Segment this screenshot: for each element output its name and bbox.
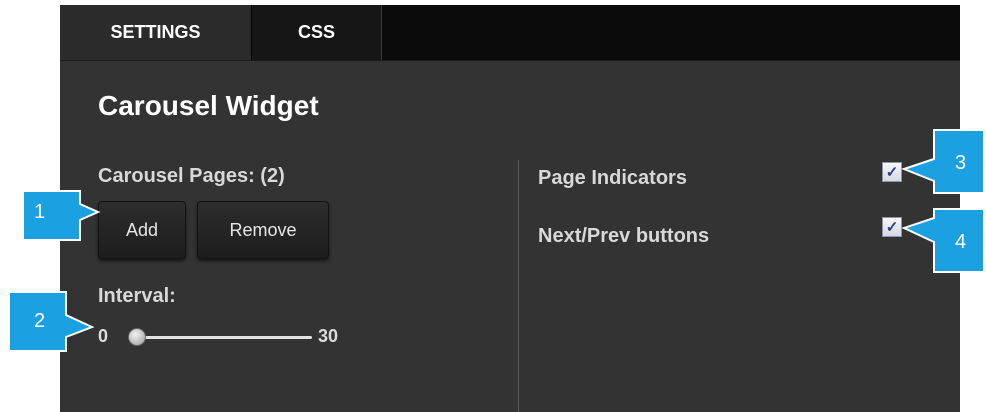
carousel-pages-label: Carousel Pages: (2) <box>98 165 285 187</box>
callout-3 <box>901 129 985 194</box>
tab-bar: SETTINGS CSS <box>60 5 960 61</box>
callout-4-number: 4 <box>955 231 967 253</box>
add-page-button[interactable]: Add <box>98 201 186 259</box>
callout-3-number: 3 <box>955 152 967 174</box>
interval-min-label: 0 <box>98 326 109 346</box>
interval-slider-track[interactable] <box>130 336 312 339</box>
page-indicators-checkbox[interactable]: ✓ <box>882 162 902 182</box>
callout-4 <box>901 208 985 273</box>
widget-title: Carousel Widget <box>98 90 319 121</box>
widget-settings-panel: SETTINGS CSS Carousel Widget Carousel Pa… <box>60 5 960 412</box>
tab-settings[interactable]: SETTINGS <box>60 5 252 60</box>
column-divider <box>518 160 519 412</box>
next-prev-buttons-label: Next/Prev buttons <box>538 225 710 247</box>
page-indicators-label: Page Indicators <box>538 167 687 189</box>
checkmark-icon: ✓ <box>885 218 899 236</box>
interval-max-label: 30 <box>318 326 339 346</box>
next-prev-buttons-checkbox[interactable]: ✓ <box>882 217 902 237</box>
callout-1-number: 1 <box>34 201 46 223</box>
interval-label: Interval: <box>98 285 176 307</box>
callout-2-number: 2 <box>34 310 46 332</box>
checkmark-icon: ✓ <box>885 163 899 181</box>
tab-css[interactable]: CSS <box>252 5 382 60</box>
remove-page-button[interactable]: Remove <box>197 201 329 259</box>
callout-2 <box>8 291 95 352</box>
interval-slider-thumb[interactable] <box>128 328 146 346</box>
